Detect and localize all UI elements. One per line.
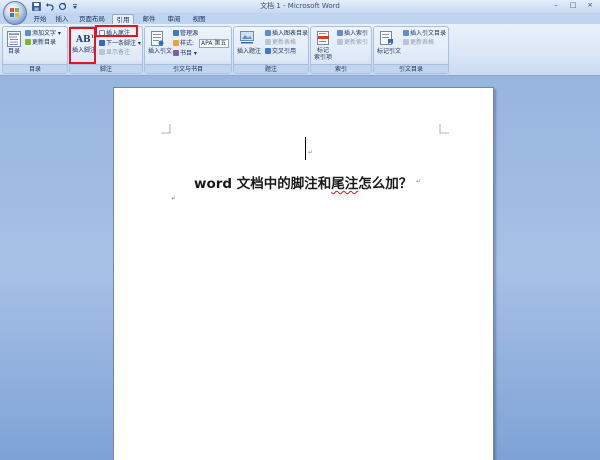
margin-mark-top-left (161, 124, 171, 134)
style-icon (173, 40, 179, 46)
style-label: 样式: (173, 40, 194, 48)
add-text-button[interactable]: 添加文字 ▾ (25, 30, 61, 38)
insert-index-label: 插入索引 (344, 30, 369, 37)
close-button[interactable]: × (582, 0, 598, 10)
cross-reference-icon (265, 48, 271, 54)
style-label-text: 样式: (180, 40, 195, 47)
update-toa-icon (403, 39, 409, 45)
cross-reference-button[interactable]: 交叉引用 (265, 48, 296, 56)
group-label-citations: 引文与书目 (145, 64, 231, 73)
style-select-value: APA 第五 (201, 40, 227, 47)
table-of-contents-icon (7, 31, 21, 47)
mark-citation-icon (380, 31, 393, 45)
group-captions: 插入题注 插入图表目录 更新表格 交叉引用 题注 (233, 26, 309, 74)
add-text-label: 添加文字 ▾ (32, 30, 61, 37)
tab-mailings[interactable]: 邮件 (139, 14, 159, 24)
show-notes-label: 显示备注 (106, 49, 131, 56)
bibliography-icon (173, 50, 179, 56)
insert-caption-icon (240, 31, 254, 44)
style-select[interactable]: APA 第五 (199, 39, 229, 48)
tab-review[interactable]: 审阅 (164, 14, 184, 24)
show-notes-icon (99, 49, 105, 55)
tab-insert[interactable]: 插入 (52, 14, 72, 24)
window-title: 文档 1 - Microsoft Word (260, 2, 340, 10)
insert-caption-button[interactable]: 插入题注 (237, 48, 261, 56)
group-citations: 插入引文 管理源 样式: APA 第五 书目 ▾ 引文与书目 (144, 26, 232, 74)
mark-entry-line2[interactable]: 索引项 (314, 54, 332, 62)
insert-index-icon (337, 30, 343, 36)
update-toc-icon (25, 39, 31, 45)
mark-citation-button[interactable]: 标记引文 (377, 48, 401, 56)
group-index: 标记 索引项 插入索引 更新索引 索引 (310, 26, 372, 74)
window-controls: – □ × (548, 0, 598, 10)
highlight-insert-footnote (69, 27, 96, 64)
insert-citation-button[interactable]: 插入引文 (148, 48, 172, 56)
tab-references[interactable]: 引用 (112, 14, 134, 24)
update-toc-label: 更新目录 (32, 39, 57, 46)
table-of-figures-icon (265, 30, 271, 36)
mark-entry-icon (317, 31, 329, 45)
update-table-icon (265, 39, 271, 45)
add-text-icon (25, 30, 31, 36)
toc-button[interactable]: 目录 (8, 48, 20, 56)
bibliography-button[interactable]: 书目 ▾ (173, 50, 197, 58)
minimize-button[interactable]: – (548, 0, 564, 10)
margin-mark-top-right (439, 124, 449, 134)
update-table-label: 更新表格 (272, 39, 297, 46)
update-toa-button[interactable]: 更新表格 (403, 39, 434, 47)
group-label-captions: 题注 (234, 64, 308, 73)
paragraph-mark-1: ↵ (308, 149, 314, 156)
show-notes-button[interactable]: 显示备注 (99, 49, 130, 57)
document-page[interactable]: ↵ word 文档中的脚注和尾注怎么加？ ↵ ↵ (113, 87, 494, 460)
document-workspace: ↵ word 文档中的脚注和尾注怎么加？ ↵ ↵ (0, 77, 600, 460)
group-label-toa: 引文目录 (374, 64, 448, 73)
tab-page-layout[interactable]: 页面布局 (77, 14, 107, 24)
update-index-button[interactable]: 更新索引 (337, 39, 368, 47)
text-cursor (305, 137, 306, 160)
next-footnote-button[interactable]: 下一条脚注 ▾ (99, 40, 141, 48)
insert-toa-label: 插入引文目录 (410, 30, 447, 37)
tab-view[interactable]: 视图 (189, 14, 209, 24)
group-table-of-contents: 目录 添加文字 ▾ 更新目录 目录 (2, 26, 68, 74)
update-toa-label: 更新表格 (410, 39, 435, 46)
next-footnote-label: 下一条脚注 ▾ (106, 40, 141, 47)
paragraph-mark-3: ↵ (171, 195, 177, 202)
group-label-index: 索引 (311, 64, 371, 73)
title-bar: 文档 1 - Microsoft Word – □ × (0, 0, 600, 13)
update-toc-button[interactable]: 更新目录 (25, 39, 56, 47)
paragraph-mark-2: ↵ (416, 178, 422, 185)
heading-part2-spellcheck: 尾注 (331, 176, 359, 192)
group-table-of-authorities: 标记引文 插入引文目录 更新表格 引文目录 (373, 26, 449, 74)
document-heading[interactable]: word 文档中的脚注和尾注怎么加？ (194, 172, 412, 192)
cross-reference-label: 交叉引用 (272, 48, 297, 55)
bibliography-label: 书目 ▾ (180, 50, 197, 57)
table-of-figures-label: 插入图表目录 (272, 30, 309, 37)
highlight-insert-endnote (95, 25, 138, 37)
update-table-button[interactable]: 更新表格 (265, 39, 296, 47)
maximize-button[interactable]: □ (565, 0, 581, 10)
update-index-label: 更新索引 (344, 39, 369, 46)
group-label-footnotes: 脚注 (70, 64, 142, 73)
heading-part1: word 文档中的脚注和 (194, 176, 332, 192)
insert-toa-icon (403, 30, 409, 36)
next-footnote-icon (99, 40, 105, 46)
manage-sources-button[interactable]: 管理源 (173, 30, 198, 38)
ribbon-tabs: 开始 插入 页面布局 引用 邮件 审阅 视图 (0, 13, 600, 24)
heading-part3: 怎么加？ (358, 176, 413, 192)
insert-citation-icon (151, 31, 164, 46)
insert-table-of-figures-button[interactable]: 插入图表目录 (265, 30, 308, 38)
office-button[interactable] (3, 1, 27, 25)
manage-sources-label: 管理源 (180, 30, 199, 37)
manage-sources-icon (173, 30, 179, 36)
update-index-icon (337, 39, 343, 45)
group-label-toc: 目录 (3, 64, 67, 73)
insert-toa-button[interactable]: 插入引文目录 (403, 30, 446, 38)
tab-home[interactable]: 开始 (30, 14, 50, 24)
office-logo-icon (10, 8, 20, 18)
insert-index-button[interactable]: 插入索引 (337, 30, 368, 38)
